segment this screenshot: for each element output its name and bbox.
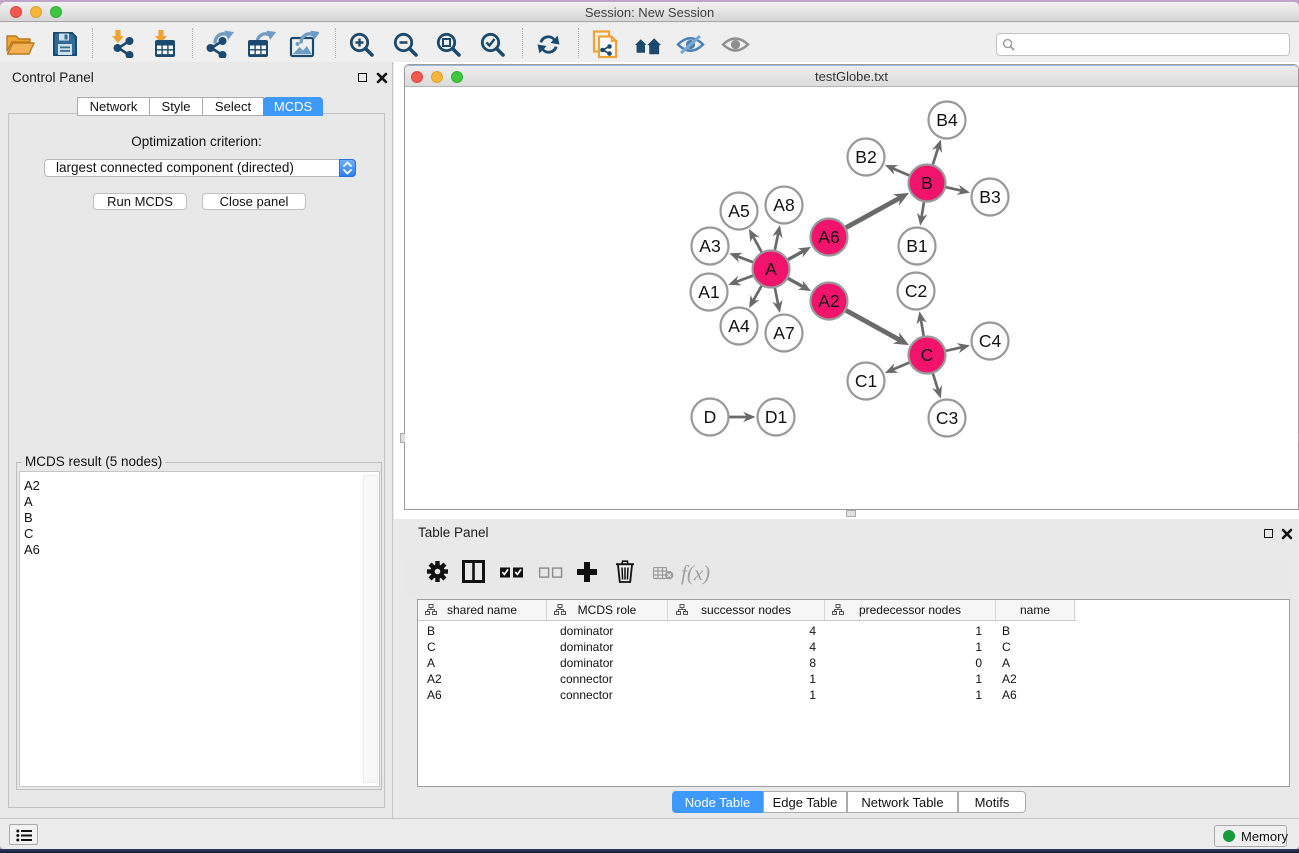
svg-text:A3: A3	[699, 236, 720, 256]
svg-text:A5: A5	[728, 201, 749, 221]
svg-text:C3: C3	[936, 408, 958, 428]
svg-text:B3: B3	[979, 187, 1000, 207]
svg-text:B4: B4	[936, 110, 958, 130]
svg-text:C: C	[921, 345, 934, 365]
svg-text:A: A	[765, 259, 777, 279]
svg-text:A1: A1	[698, 282, 719, 302]
svg-text:A2: A2	[818, 291, 839, 311]
svg-text:A6: A6	[818, 227, 839, 247]
svg-text:C4: C4	[979, 331, 1002, 351]
svg-text:C1: C1	[855, 371, 877, 391]
svg-text:A4: A4	[728, 316, 750, 336]
svg-text:D: D	[704, 407, 717, 427]
svg-text:B2: B2	[855, 147, 876, 167]
svg-text:A7: A7	[773, 323, 794, 343]
svg-text:B1: B1	[906, 236, 927, 256]
svg-text:A8: A8	[773, 195, 794, 215]
svg-text:D1: D1	[765, 407, 787, 427]
svg-text:C2: C2	[905, 281, 927, 301]
svg-text:B: B	[921, 173, 933, 193]
